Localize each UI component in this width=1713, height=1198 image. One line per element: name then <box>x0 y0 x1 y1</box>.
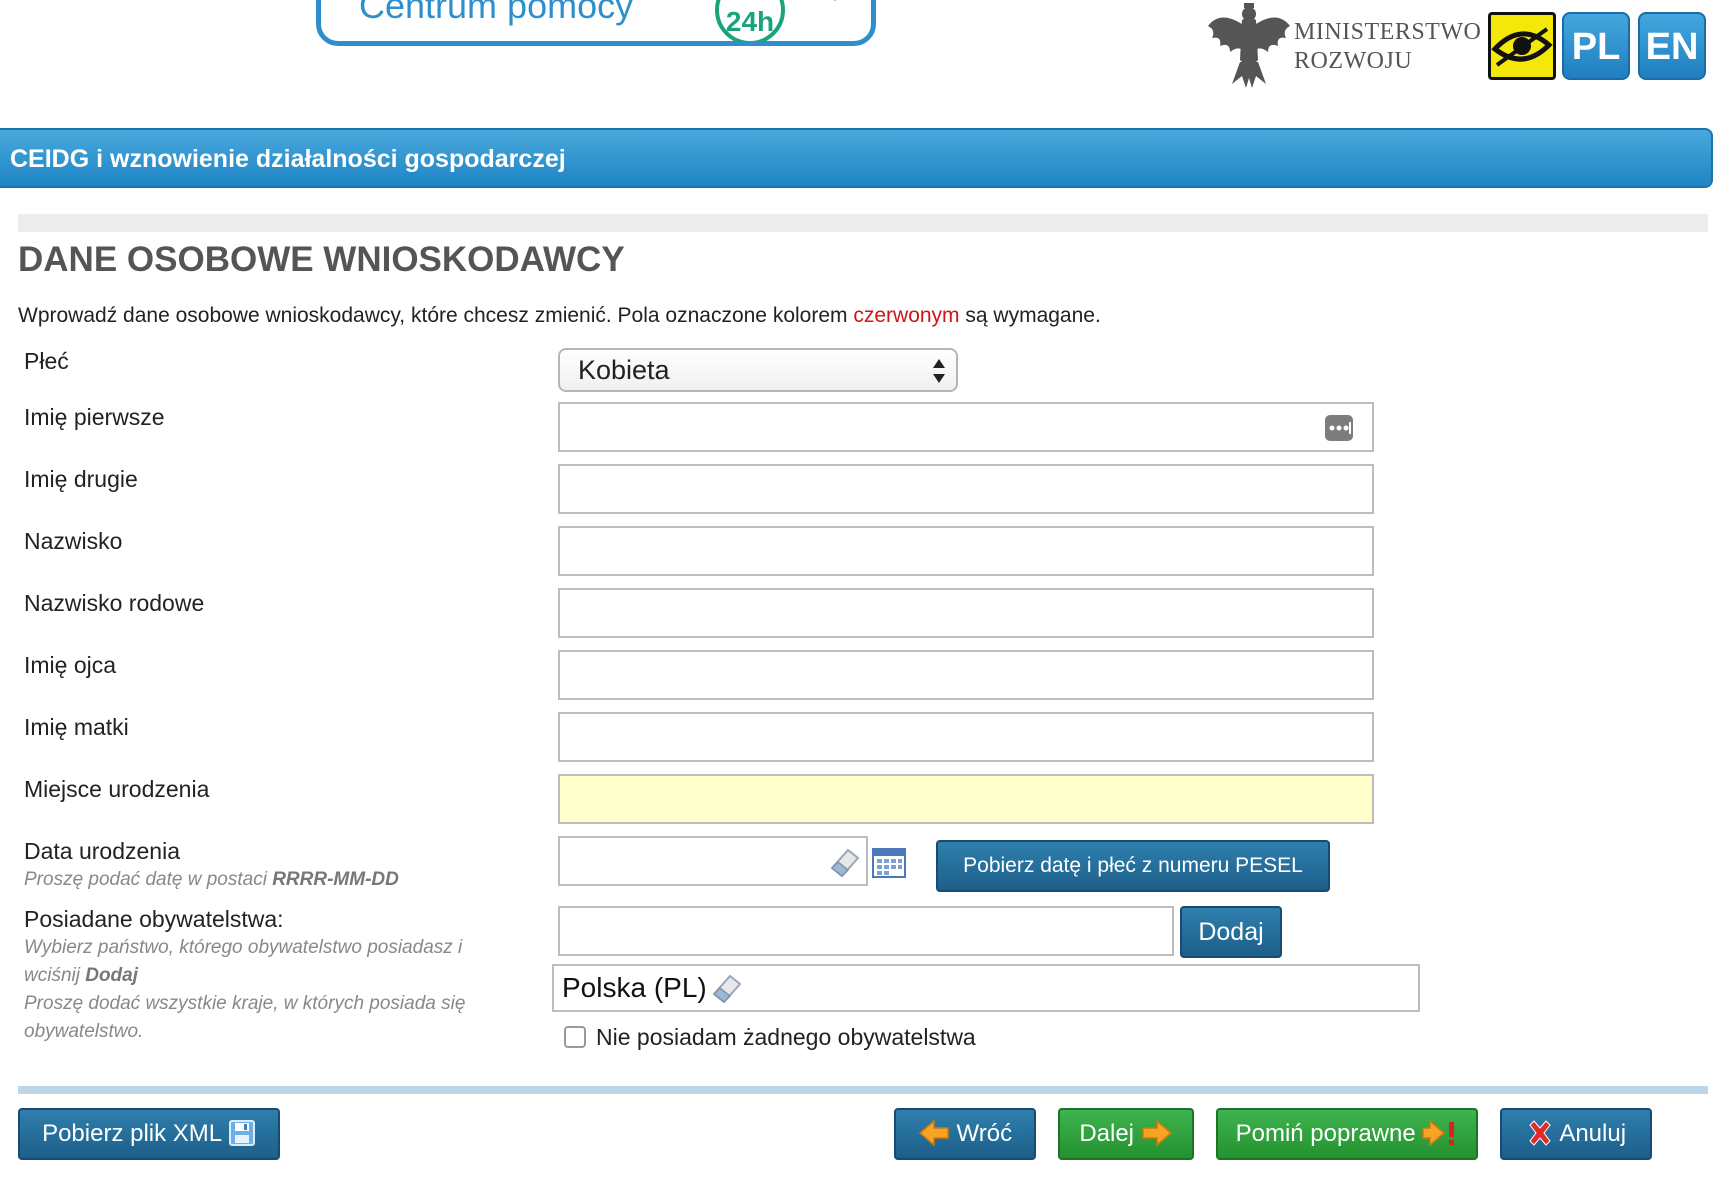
citizenship-hint-line-3: Proszę dodać wszystkie kraje, w których … <box>24 993 466 1014</box>
autofill-icon[interactable] <box>1324 414 1354 447</box>
cancel-button-label: Anuluj <box>1559 1120 1627 1147</box>
intro-text-start: Wprowadź dane osobowe wnioskodawcy, któr… <box>18 304 854 327</box>
chevron-down-icon[interactable] <box>821 0 849 12</box>
mother-name-input[interactable] <box>558 712 1374 762</box>
language-pl-button[interactable]: PL <box>1562 12 1630 80</box>
birthdate-hint-text: Proszę podać datę w postaci <box>24 869 273 890</box>
surname-input[interactable] <box>558 526 1374 576</box>
ministry-logo-text: MINISTERSTWO ROZWOJU <box>1294 18 1481 76</box>
eraser-icon[interactable] <box>828 846 862 883</box>
gender-select-value: Kobieta <box>578 355 670 385</box>
back-button-label: Wróć <box>956 1120 1013 1147</box>
birthdate-hint-format: RRRR-MM-DD <box>272 869 399 890</box>
family-name-label: Nazwisko rodowe <box>24 590 205 616</box>
citizenship-hint-line-2-text: wciśnij <box>24 965 86 986</box>
birthdate-input[interactable] <box>558 836 868 886</box>
second-name-label: Imię drugie <box>24 466 138 492</box>
father-name-label: Imię ojca <box>24 652 117 678</box>
arrow-left-icon <box>918 1116 950 1164</box>
skip-valid-button[interactable]: Pomiń poprawne <box>1216 1108 1478 1160</box>
citizenship-item: Polska (PL) <box>562 972 707 1003</box>
citizenship-list: Polska (PL) <box>552 964 1420 1012</box>
ministry-line-1: MINISTERSTWO <box>1294 19 1482 45</box>
help-center-banner[interactable]: Centrum pomocy 24h <box>316 0 876 46</box>
language-en-button[interactable]: EN <box>1638 12 1706 80</box>
cancel-button[interactable]: Anuluj <box>1500 1108 1652 1160</box>
next-button-label: Dalej <box>1079 1120 1135 1147</box>
citizenship-input[interactable] <box>558 906 1174 956</box>
first-name-label: Imię pierwsze <box>24 404 165 430</box>
select-arrows-icon <box>930 356 948 397</box>
citizenship-hint-line-4: obywatelstwo. <box>24 1021 144 1042</box>
gender-select[interactable]: Kobieta <box>558 348 958 392</box>
add-citizenship-button[interactable]: Dodaj <box>1180 906 1282 958</box>
birthdate-hint: Proszę podać datę w postaci RRRR-MM-DD <box>24 866 399 894</box>
citizenship-hint-line-1: Wybierz państwo, którego obywatelstwo po… <box>24 937 463 958</box>
intro-text-end: są wymagane. <box>959 304 1101 327</box>
download-xml-label: Pobierz plik XML <box>42 1120 222 1147</box>
mother-name-label: Imię matki <box>24 714 129 740</box>
first-name-input[interactable] <box>558 402 1374 452</box>
floppy-disk-icon <box>228 1116 256 1164</box>
skip-valid-button-label: Pomiń poprawne <box>1235 1120 1416 1147</box>
page-title: DANE OSOBOWE WNIOSKODAWCY <box>18 240 625 279</box>
citizenship-hint: Wybierz państwo, którego obywatelstwo po… <box>24 934 465 1046</box>
birthplace-label: Miejsce urodzenia <box>24 776 210 802</box>
close-icon <box>1526 1116 1554 1164</box>
ministry-line-2: ROZWOJU <box>1294 48 1413 74</box>
citizenship-hint-dodaj: Dodaj <box>85 965 139 986</box>
eye-icon <box>1491 27 1553 77</box>
title-bar-text: CEIDG i wznowienie działalności gospodar… <box>10 145 566 173</box>
second-name-input[interactable] <box>558 464 1374 514</box>
no-citizenship-label: Nie posiadam żadnego obywatelstwa <box>596 1024 976 1050</box>
arrow-right-icon <box>1141 1116 1173 1164</box>
no-citizenship-checkbox[interactable] <box>564 1026 586 1048</box>
family-name-input[interactable] <box>558 588 1374 638</box>
intro-text-red: czerwonym <box>853 304 960 327</box>
surname-label: Nazwisko <box>24 528 123 554</box>
calendar-icon[interactable] <box>872 846 906 883</box>
gender-label: Płeć <box>24 348 69 374</box>
citizenship-hint-line-2: wciśnij Dodaj <box>24 962 465 990</box>
help-center-title: Centrum pomocy <box>359 0 634 26</box>
title-bar: CEIDG i wznowienie działalności gospodar… <box>0 128 1713 188</box>
remove-citizenship-eraser-icon[interactable] <box>710 972 744 1009</box>
birthplace-input[interactable] <box>558 774 1374 824</box>
skip-warning-icon <box>1422 1116 1458 1164</box>
pesel-button[interactable]: Pobierz datę i płeć z numeru PESEL <box>936 840 1330 892</box>
birthdate-label: Data urodzenia <box>24 838 180 864</box>
eagle-emblem-icon <box>1206 0 1292 92</box>
accessibility-button[interactable] <box>1488 12 1556 80</box>
help-24h-badge: 24h <box>715 0 785 41</box>
next-button[interactable]: Dalej <box>1058 1108 1194 1160</box>
father-name-input[interactable] <box>558 650 1374 700</box>
intro-text: Wprowadź dane osobowe wnioskodawcy, któr… <box>18 304 1101 328</box>
footer-divider <box>18 1086 1708 1094</box>
section-separator <box>18 214 1708 232</box>
citizenship-label: Posiadane obywatelstwa: <box>24 906 284 932</box>
download-xml-button[interactable]: Pobierz plik XML <box>18 1108 280 1160</box>
back-button[interactable]: Wróć <box>894 1108 1036 1160</box>
